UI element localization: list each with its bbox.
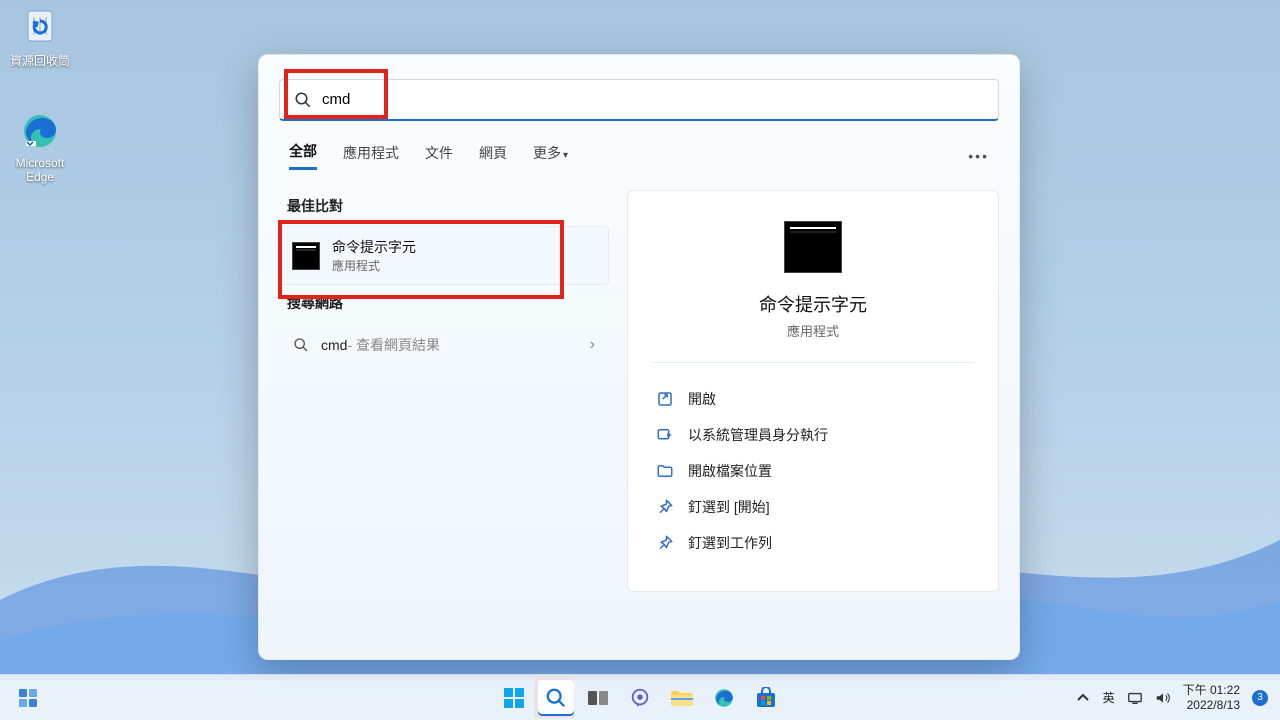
chevron-up-icon[interactable] <box>1075 690 1091 706</box>
action-pin-start[interactable]: 釘選到 [開始] <box>652 489 974 525</box>
action-open-location[interactable]: 開啟檔案位置 <box>652 453 974 489</box>
filter-tab-documents[interactable]: 文件 <box>425 143 453 169</box>
web-result-cmd[interactable]: cmd - 查看網頁結果 › <box>279 323 609 367</box>
results-column: 最佳比對 命令提示字元 應用程式 搜尋網路 cmd - 查看網頁結果 › <box>279 190 609 592</box>
widgets-icon <box>18 688 38 708</box>
search-panel: 全部 應用程式 文件 網頁 更多▾ ••• 最佳比對 命令提示字元 應用程式 搜… <box>258 54 1020 660</box>
desktop-icon-edge[interactable]: Microsoft Edge <box>2 110 78 184</box>
store-icon <box>755 687 777 709</box>
time-label: 下午 01:22 <box>1183 683 1240 697</box>
folder-icon <box>670 688 694 708</box>
edge-button[interactable] <box>706 680 742 716</box>
cmd-icon <box>292 242 320 270</box>
result-subtitle: 應用程式 <box>332 257 416 274</box>
pin-icon <box>656 534 674 552</box>
action-open[interactable]: 開啟 <box>652 381 974 417</box>
volume-icon[interactable] <box>1155 690 1171 706</box>
task-view-icon <box>587 688 609 708</box>
windows-icon <box>503 687 525 709</box>
filter-tab-all[interactable]: 全部 <box>289 141 317 170</box>
recycle-bin-icon <box>19 6 61 48</box>
open-icon <box>656 390 674 408</box>
preview-title: 命令提示字元 <box>652 291 974 317</box>
task-view-button[interactable] <box>580 680 616 716</box>
search-bar[interactable] <box>279 79 999 121</box>
web-result-suffix: - 查看網頁結果 <box>347 335 440 355</box>
filter-tab-web[interactable]: 網頁 <box>479 143 507 169</box>
result-title: 命令提示字元 <box>332 237 416 257</box>
web-result-term: cmd <box>321 337 347 353</box>
chevron-right-icon: › <box>590 336 595 354</box>
ime-indicator[interactable]: 英 <box>1103 689 1115 706</box>
pin-icon <box>656 498 674 516</box>
search-button[interactable] <box>538 680 574 716</box>
section-best-match: 最佳比對 <box>287 196 601 216</box>
explorer-button[interactable] <box>664 680 700 716</box>
edge-icon <box>713 687 735 709</box>
chat-button[interactable] <box>622 680 658 716</box>
search-icon <box>294 91 312 109</box>
edge-icon <box>19 110 61 152</box>
desktop-icon-label: Microsoft Edge <box>2 156 78 184</box>
start-button[interactable] <box>496 680 532 716</box>
filter-tab-apps[interactable]: 應用程式 <box>343 143 399 169</box>
desktop-icon-recycle-bin[interactable]: 資源回收筒 <box>2 6 78 69</box>
network-icon[interactable] <box>1127 690 1143 706</box>
widgets-button[interactable] <box>10 680 46 716</box>
search-icon <box>545 687 567 709</box>
admin-icon <box>656 426 674 444</box>
desktop-icon-label: 資源回收筒 <box>2 52 78 69</box>
filter-tab-more[interactable]: 更多▾ <box>533 143 568 169</box>
action-run-admin[interactable]: 以系統管理員身分執行 <box>652 417 974 453</box>
search-input[interactable] <box>322 91 984 108</box>
date-label: 2022/8/13 <box>1183 698 1240 712</box>
preview-subtitle: 應用程式 <box>652 321 974 340</box>
store-button[interactable] <box>748 680 784 716</box>
folder-icon <box>656 462 674 480</box>
result-cmd[interactable]: 命令提示字元 應用程式 <box>279 226 609 285</box>
notification-badge[interactable]: 3 <box>1252 690 1268 706</box>
cmd-icon <box>784 221 842 273</box>
clock[interactable]: 下午 01:22 2022/8/13 <box>1183 683 1240 712</box>
chat-icon <box>629 687 651 709</box>
search-icon <box>293 337 309 353</box>
preview-pane: 命令提示字元 應用程式 開啟 以系統管理員身分執行 開啟檔案位置 釘選到 [開始… <box>627 190 999 592</box>
search-filters: 全部 應用程式 文件 網頁 更多▾ ••• <box>259 121 1019 178</box>
section-search-web: 搜尋網路 <box>287 293 601 313</box>
more-options-button[interactable]: ••• <box>968 148 989 164</box>
action-pin-taskbar[interactable]: 釘選到工作列 <box>652 525 974 561</box>
taskbar: 英 下午 01:22 2022/8/13 3 <box>0 674 1280 720</box>
chevron-down-icon: ▾ <box>563 150 568 161</box>
